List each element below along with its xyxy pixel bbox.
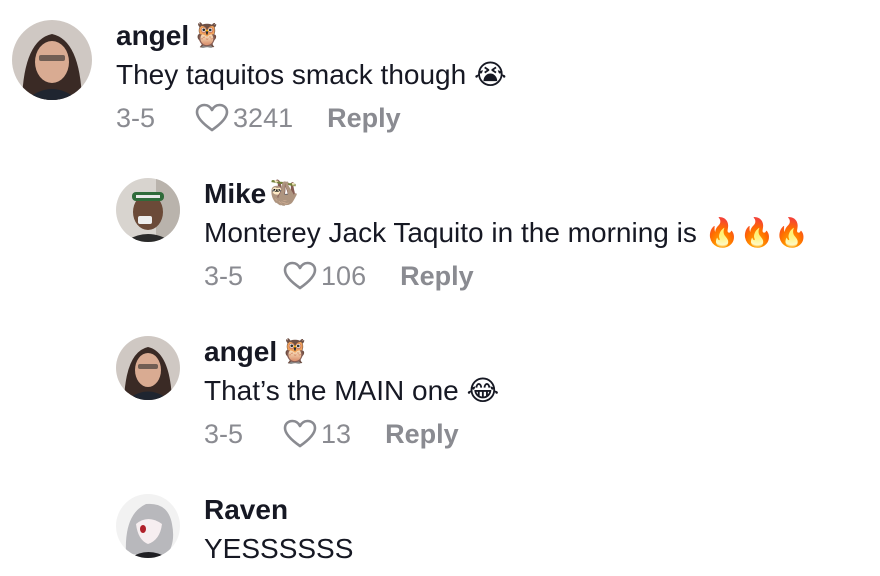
like-button[interactable]: 3241 [195, 103, 293, 134]
like-count: 106 [321, 260, 367, 291]
username[interactable]: Raven [204, 494, 288, 526]
avatar[interactable] [116, 178, 180, 242]
comment-text: That’s the MAIN one 😂 [204, 375, 500, 406]
reply-item: Raven YESSSSSS [116, 494, 353, 566]
comment-date: 3-5 [204, 418, 244, 449]
reply-button[interactable]: Reply [327, 103, 401, 134]
reply-item: angel 🦉 That’s the MAIN one 😂 3-5 13 Rep… [116, 336, 499, 452]
owl-badge-icon: 🦉 [192, 22, 223, 49]
comment-body: angel 🦉 That’s the MAIN one 😂 3-5 13 Rep… [204, 336, 499, 452]
comment-date: 3-5 [204, 260, 244, 291]
like-button[interactable]: 106 [283, 261, 366, 292]
username[interactable]: angel [204, 336, 277, 368]
avatar[interactable] [116, 494, 180, 558]
reply-button[interactable]: Reply [385, 419, 459, 450]
comment-thread: angel 🦉 They taquitos smack though 😭 3-5… [0, 0, 880, 576]
like-button[interactable]: 13 [283, 419, 351, 450]
comment-text: They taquitos smack though 😭 [116, 59, 507, 90]
comment-body: angel 🦉 They taquitos smack though 😭 3-5… [116, 20, 507, 136]
heart-outline-icon [283, 419, 317, 448]
like-count: 13 [321, 418, 352, 449]
username[interactable]: angel [116, 20, 189, 52]
like-count: 3241 [233, 102, 294, 133]
owl-badge-icon: 🦉 [280, 338, 311, 365]
heart-outline-icon [283, 261, 317, 290]
reply-item: Mike 🦥 Monterey Jack Taquito in the morn… [116, 178, 809, 294]
avatar[interactable] [116, 336, 180, 400]
username[interactable]: Mike [204, 178, 266, 210]
comment-text: YESSSSSS [204, 533, 354, 564]
avatar[interactable] [12, 20, 92, 100]
comment-date: 3-5 [116, 102, 156, 133]
heart-outline-icon [195, 103, 229, 132]
comment-item: angel 🦉 They taquitos smack though 😭 3-5… [12, 20, 507, 136]
reply-button[interactable]: Reply [400, 261, 474, 292]
comment-body: Mike 🦥 Monterey Jack Taquito in the morn… [204, 178, 809, 294]
comment-text: Monterey Jack Taquito in the morning is … [204, 217, 810, 248]
sloth-badge-icon: 🦥 [269, 180, 300, 207]
comment-body: Raven YESSSSSS [204, 494, 353, 566]
